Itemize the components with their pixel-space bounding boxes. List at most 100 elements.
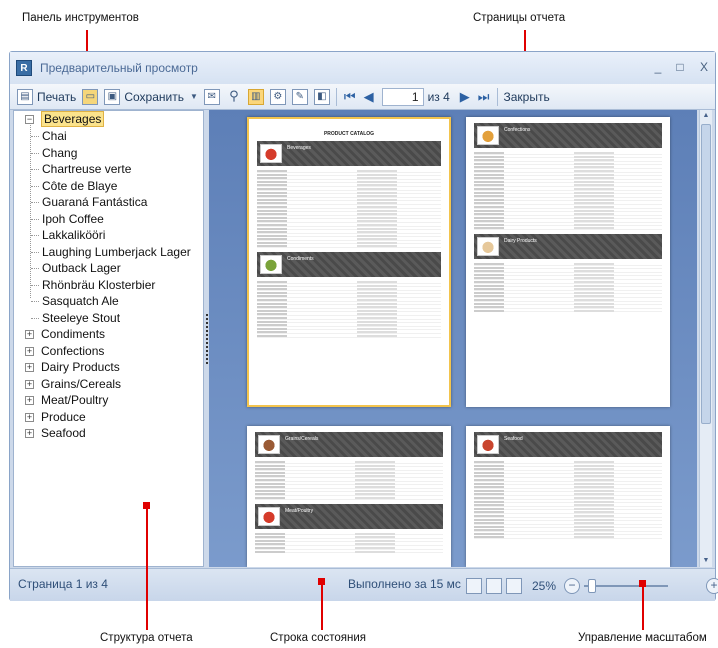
annotation-statusbar: Строка состояния [270,632,367,644]
category-title: Beverages [287,145,311,151]
last-page-icon[interactable]: ⏭ [474,89,494,105]
print-button[interactable]: ▤ Печать [14,86,79,108]
tree-root-node[interactable]: Beverages [41,111,105,127]
category-band: Dairy Products [474,234,662,260]
annotation-line-zoom [642,586,644,630]
report-page[interactable]: PRODUCT CATALOG Beverages Condiments [247,117,451,407]
page-number-input[interactable]: 1 [381,87,424,106]
table-row [474,309,662,313]
expand-toggle[interactable]: + [25,346,34,356]
product-image [477,126,499,145]
prev-page-icon[interactable]: ◀ [360,89,378,105]
tree-category-node[interactable]: Seafood [41,425,86,441]
close-window-button[interactable]: X [696,60,712,74]
scroll-up-icon[interactable]: ▲ [700,110,712,122]
tree-product-node[interactable]: Steeleye Stout [42,310,120,326]
product-image [477,435,499,454]
toolbar: ▤ Печать ▭ ▣ Сохранить ▼ ✉ ⚲ ▥ ⚙ ✎ ◧ ⏮ ◀… [10,84,715,110]
toggle-tree-icon: ▥ [247,88,264,105]
category-title: Dairy Products [504,238,537,245]
tree-category-node[interactable]: Grains/Cereals [41,376,121,392]
toggle-tree-button[interactable]: ▥ [245,86,267,108]
report-pages-area[interactable]: PRODUCT CATALOG Beverages Condiments Con… [209,110,697,567]
first-page-icon[interactable]: ⏮ [340,89,360,105]
maximize-button[interactable]: □ [672,60,688,74]
dropdown-arrow-icon: ▼ [189,92,198,101]
expand-toggle[interactable]: + [25,363,34,372]
open-button[interactable]: ▭ [79,86,101,108]
tree-guide-line [30,125,31,298]
zoom-out-icon[interactable]: − [564,577,581,594]
single-page-view-icon[interactable] [466,577,482,594]
tree-guide-line [31,169,39,170]
email-button[interactable]: ✉ [201,86,223,108]
tree-category-node[interactable]: Condiments [41,326,105,342]
report-page[interactable]: Seafood [466,426,670,567]
tree-guide-line [31,317,39,319]
expand-toggle[interactable]: + [25,330,34,339]
toolbar-separator [335,87,337,106]
vertical-scrollbar[interactable]: ▲ ▼ [699,110,712,567]
find-binoculars-icon: ⚲ [229,87,239,103]
tree-product-node[interactable]: Chai [42,128,67,144]
page-setup-button[interactable]: ⚙ [267,86,289,108]
zoom-in-icon[interactable]: + [706,577,718,594]
next-page-icon[interactable]: ▶ [456,89,474,105]
tree-product-node[interactable]: Chartreuse verte [42,161,131,177]
tree-category-node[interactable]: Produce [41,409,86,425]
report-page[interactable]: Grains/Cereals Meat/Poultry [247,426,451,567]
tree-guide-line [31,284,39,286]
multi-page-view-icon[interactable] [506,577,522,594]
watermark-button[interactable]: ◧ [311,86,333,108]
minimize-button[interactable]: _ [650,60,666,74]
close-preview-button[interactable]: Закрыть [501,86,553,108]
preview-window: R Предварительный просмотр _ □ X ▤ Печат… [9,51,718,601]
category-band: Grains/Cereals [255,432,443,457]
edit-button[interactable]: ✎ [289,86,311,108]
tree-category-node[interactable]: Confections [41,343,104,359]
tree-splitter[interactable] [206,314,208,364]
category-band: Beverages [257,141,441,166]
open-folder-icon: ▭ [82,88,99,105]
scrollbar-thumb[interactable] [701,124,711,424]
two-page-view-icon[interactable] [486,577,502,594]
save-button[interactable]: ▣ Сохранить [101,86,187,108]
window-title: Предварительный просмотр [40,61,198,75]
zoom-slider-thumb[interactable] [587,578,596,593]
table-row [257,334,441,338]
save-dropdown[interactable]: ▼ [187,86,201,108]
report-structure-tree[interactable]: − Beverages Chai Chang Chartreuse verte Côt… [13,110,204,567]
tree-product-node[interactable]: Sasquatch Ale [42,293,119,309]
tree-product-node[interactable]: Laughing Lumberjack Lager [42,244,191,260]
tree-category-node[interactable]: Meat/Poultry [41,392,108,408]
tree-product-node[interactable]: Guaraná Fantástica [42,194,147,210]
table-row [255,550,443,554]
expand-toggle[interactable]: + [25,396,34,405]
category-title: Seafood [504,436,523,442]
scroll-down-icon[interactable]: ▼ [700,555,712,567]
page-setup-icon: ⚙ [269,88,286,105]
tree-product-node[interactable]: Rhönbräu Klosterbier [42,277,155,293]
expand-toggle[interactable]: + [25,379,34,389]
tree-product-node[interactable]: Chang [42,145,77,161]
save-label: Сохранить [124,89,184,104]
report-page[interactable]: Confections Dairy Products [466,117,670,407]
page-title: PRODUCT CATALOG [323,131,375,137]
tree-product-node[interactable]: Ipoh Coffee [42,211,104,227]
tree-product-node[interactable]: Lakkalikööri [42,227,105,243]
expand-toggle[interactable]: + [25,412,34,422]
find-button[interactable]: ⚲ [223,86,245,108]
collapse-toggle[interactable]: − [25,115,34,124]
table-row [257,244,441,249]
tree-category-node[interactable]: Dairy Products [41,359,120,375]
product-image [477,237,499,257]
product-image [258,435,280,454]
app-icon: R [16,60,32,76]
tree-product-node[interactable]: Outback Lager [42,260,121,276]
category-band: Condiments [257,252,441,278]
zoom-slider[interactable] [584,578,669,593]
tree-product-node[interactable]: Côte de Blaye [42,178,117,194]
expand-toggle[interactable]: + [25,429,34,438]
table-row [255,496,443,500]
category-title: Confections [504,127,531,133]
